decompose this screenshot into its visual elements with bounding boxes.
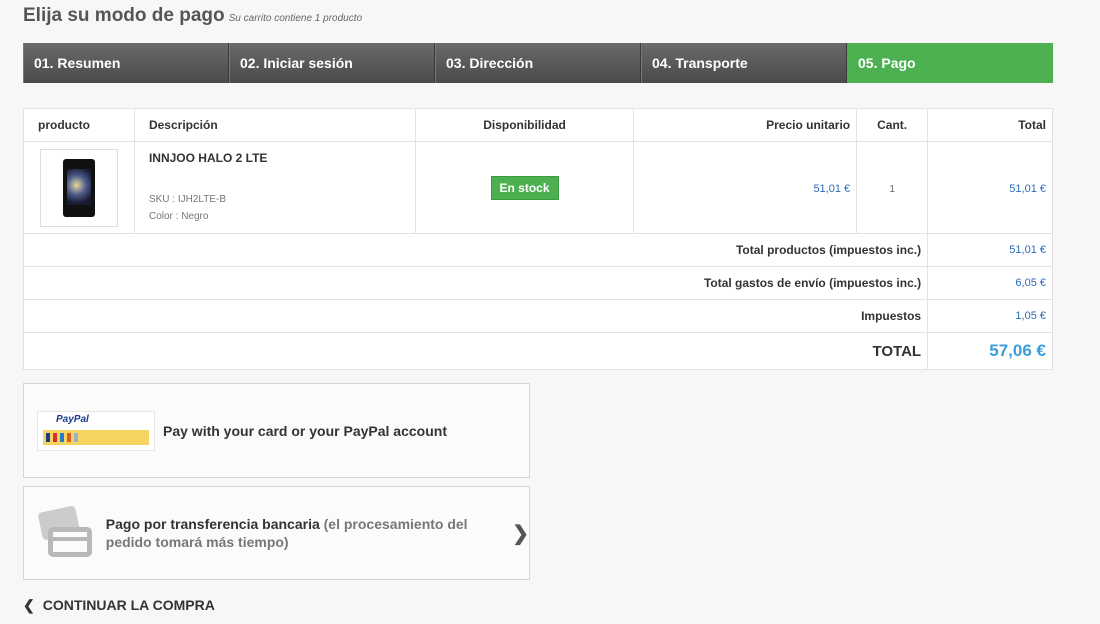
grand-total-label: TOTAL: [22, 332, 929, 370]
qty-cell: 1: [856, 141, 929, 234]
credit-card-icon: [37, 505, 94, 561]
bank-transfer-payment-option[interactable]: Pago por transferencia bancaria (el proc…: [23, 486, 530, 580]
page-title: Elija su modo de pago Su carrito contiene…: [23, 5, 362, 27]
quantity-value: 1: [889, 183, 895, 195]
unit-price-cell: 51,01 €: [633, 141, 858, 234]
header-qty: Cant.: [856, 108, 929, 142]
visa-icon: [46, 432, 50, 442]
product-thumbnail[interactable]: [40, 148, 118, 227]
taxes-value: 1,05 €: [927, 299, 1053, 333]
taxes-label: Impuestos: [22, 299, 929, 333]
paypal-option-label: Pay with your card or your PayPal accoun…: [163, 422, 447, 439]
chevron-left-icon: ❮: [23, 597, 35, 613]
chevron-right-icon: ❯: [512, 522, 529, 545]
paypal-payment-option[interactable]: PayPal Pay with your card or your PayPal…: [23, 383, 530, 478]
paypal-logo: PayPal: [37, 410, 155, 451]
step-login[interactable]: 02. Iniciar sesión: [229, 43, 435, 83]
cart-header-row: producto Descripción Disponibilidad Prec…: [23, 108, 1053, 142]
header-availability: Disponibilidad: [414, 108, 635, 142]
summary-row: Total productos (impuestos inc.) 51,01 €: [22, 233, 1053, 267]
page-title-text: Elija su modo de pago: [23, 5, 225, 26]
step-shipping[interactable]: 04. Transporte: [641, 43, 847, 83]
mastercard-icon: [53, 432, 57, 442]
step-summary[interactable]: 01. Resumen: [23, 43, 229, 83]
product-description-cell: INNJOO HALO 2 LTE SKU : IJH2LTE-B Color …: [133, 141, 416, 234]
in-stock-badge: En stock: [490, 175, 559, 200]
total-products-label: Total productos (impuestos inc.): [22, 233, 929, 267]
checkout-steps: 01. Resumen 02. Iniciar sesión 03. Direc…: [23, 43, 1053, 83]
cart-table: producto Descripción Disponibilidad Prec…: [22, 108, 1053, 370]
total-products-value: 51,01 €: [927, 233, 1053, 267]
summary-row: Impuestos 1,05 €: [22, 299, 1053, 333]
total-shipping-label: Total gastos de envío (impuestos inc.): [22, 266, 929, 300]
bank-transfer-label: Pago por transferencia bancaria (el proc…: [106, 515, 496, 551]
line-total-cell: 51,01 €: [927, 141, 1053, 234]
line-total: 51,01 €: [1009, 182, 1046, 195]
bank-account-icon: [74, 432, 78, 442]
continue-shopping-label: CONTINUAR LA COMPRA: [42, 597, 215, 613]
discover-icon: [67, 432, 71, 442]
cart-count-subtitle: Su carrito contiene 1 producto: [228, 13, 363, 24]
product-image-cell: [23, 141, 135, 234]
product-color: Color : Negro: [148, 210, 209, 222]
table-row: INNJOO HALO 2 LTE SKU : IJH2LTE-B Color …: [23, 141, 1053, 234]
bank-transfer-title: Pago por transferencia bancaria: [105, 516, 320, 532]
unit-price: 51,01 €: [813, 182, 851, 195]
header-total: Total: [927, 108, 1053, 142]
grand-total-row: TOTAL 57,06 €: [22, 332, 1053, 370]
availability-cell: En stock: [414, 141, 635, 234]
product-sku: SKU : IJH2LTE-B: [148, 193, 227, 205]
paypal-logo-word: PayPal: [56, 413, 89, 425]
card-logos: [43, 429, 149, 445]
step-payment: 05. Pago: [847, 43, 1053, 83]
header-description: Descripción: [133, 108, 416, 142]
grand-total-value: 57,06 €: [927, 332, 1053, 370]
continue-shopping-link[interactable]: ❮ CONTINUAR LA COMPRA: [23, 597, 215, 614]
amex-icon: [60, 432, 64, 442]
product-name-link[interactable]: INNJOO HALO 2 LTE: [149, 151, 415, 165]
total-shipping-value: 6,05 €: [927, 266, 1053, 300]
summary-row: Total gastos de envío (impuestos inc.) 6…: [22, 266, 1053, 300]
phone-image: [63, 158, 95, 217]
header-unit-price: Precio unitario: [633, 108, 858, 142]
step-address[interactable]: 03. Dirección: [435, 43, 641, 83]
header-product: producto: [23, 108, 135, 142]
